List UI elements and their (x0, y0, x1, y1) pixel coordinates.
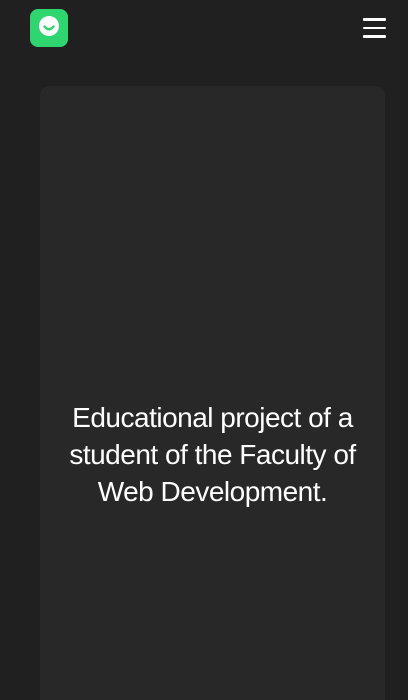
page: Educational project of a student of the … (0, 0, 408, 700)
header (0, 0, 408, 56)
smiley-icon (38, 15, 60, 42)
hamburger-menu-icon (363, 35, 386, 38)
intro-text: Educational project of a student of the … (69, 402, 356, 507)
hamburger-menu-icon (363, 26, 386, 30)
hamburger-menu-icon (363, 18, 386, 21)
intro-card: Educational project of a student of the … (40, 86, 385, 700)
logo-link[interactable] (30, 9, 68, 47)
menu-button[interactable] (360, 14, 390, 42)
